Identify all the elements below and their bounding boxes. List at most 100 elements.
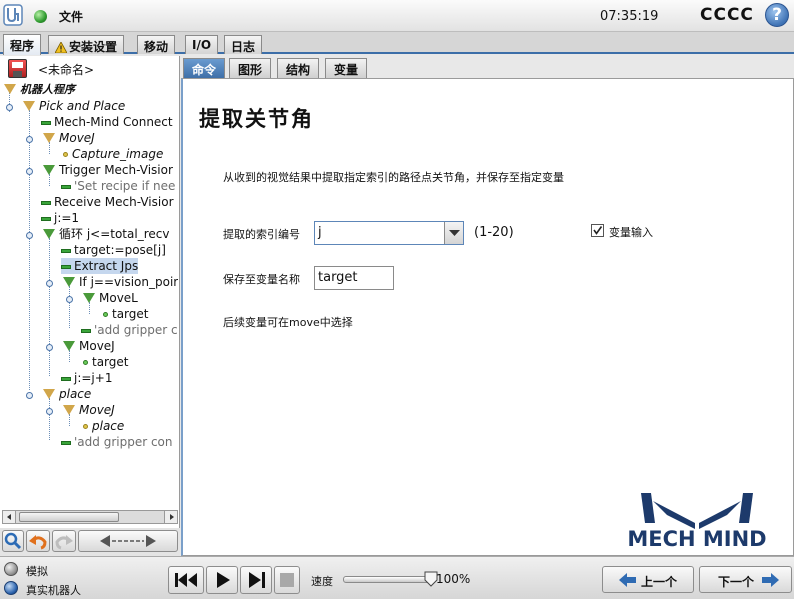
save-variable-label: 保存至变量名称 — [223, 273, 300, 286]
bottom-bar: 模拟 真实机器人 速度 100% 上一个 下一个 — [0, 556, 794, 599]
redo-icon[interactable] — [52, 530, 76, 552]
waypoint-icon — [83, 424, 88, 429]
tab-move[interactable]: 移动 — [137, 35, 176, 54]
tab-structure[interactable]: 结构 — [277, 58, 320, 78]
warning-icon — [54, 41, 68, 54]
tab-log[interactable]: 日志 — [224, 35, 263, 54]
green-status-icon — [34, 10, 47, 23]
previous-button[interactable]: 上一个 — [602, 566, 694, 593]
tree-node[interactable]: 'add gripper c — [81, 322, 178, 338]
tree-node[interactable]: j:=j+1 — [61, 370, 112, 386]
tab-variables[interactable]: 变量 — [325, 58, 368, 78]
waypoint-icon — [103, 312, 108, 317]
stop-icon — [280, 573, 294, 587]
expand-triangle-icon — [83, 292, 95, 303]
tree-node[interactable]: Trigger Mech-Visior — [43, 162, 173, 178]
tree-node[interactable]: 循环 j<=total_recv — [43, 226, 169, 242]
help-icon[interactable]: ? — [765, 3, 789, 27]
tree-node[interactable]: Pick and Place — [23, 98, 125, 114]
file-menu[interactable]: 文件 — [59, 8, 83, 25]
tree-node[interactable]: Capture_image — [63, 146, 163, 162]
tree-node[interactable]: MoveJ — [63, 402, 115, 418]
command-icon — [41, 216, 51, 221]
ur-logo-icon[interactable] — [3, 4, 23, 26]
waypoint-icon — [83, 360, 88, 365]
tree-node[interactable]: j:=1 — [41, 210, 79, 226]
command-icon — [61, 248, 71, 253]
comment-icon — [81, 328, 91, 333]
tree-node[interactable]: 'Set recipe if nee — [61, 178, 175, 194]
real-robot-radio[interactable] — [4, 581, 18, 595]
tree-node[interactable]: target — [83, 354, 129, 370]
skip-back-icon — [175, 573, 197, 587]
expand-triangle-icon — [43, 132, 55, 143]
note-text: 后续变量可在move中选择 — [223, 316, 353, 329]
program-name: <未命名> — [38, 63, 95, 77]
variable-input-label: 变量输入 — [609, 226, 653, 239]
expand-triangle-icon — [63, 276, 75, 287]
tree-node[interactable]: place — [83, 418, 124, 434]
tree-horizontal-scrollbar[interactable] — [2, 510, 178, 524]
tree-node[interactable]: MoveJ — [63, 338, 115, 354]
save-variable-input[interactable]: target — [314, 266, 394, 290]
tab-installation[interactable]: 安装设置 — [48, 35, 125, 54]
search-icon[interactable] — [2, 530, 24, 552]
next-button[interactable]: 下一个 — [699, 566, 792, 593]
tree-node[interactable]: 'add gripper con — [61, 434, 173, 450]
tab-program[interactable]: 程序 — [3, 34, 42, 55]
tree-node[interactable]: Mech-Mind Connect — [41, 114, 173, 130]
command-icon — [41, 120, 51, 125]
tree-node[interactable]: If j==vision_poir — [63, 274, 178, 290]
index-select[interactable]: j — [314, 221, 464, 245]
comment-icon — [61, 440, 71, 445]
program-tree[interactable]: 机器人程序 Pick and Place Mech-Mind Connect M… — [0, 80, 178, 510]
variable-input-checkbox[interactable] — [591, 224, 604, 237]
skip-back-button[interactable] — [168, 566, 204, 594]
save-program-icon[interactable] — [8, 59, 27, 78]
simulation-radio[interactable] — [4, 562, 18, 576]
tree-node[interactable]: MoveJ — [43, 130, 95, 146]
mech-mind-logo-mark — [641, 493, 753, 529]
command-panel: 提取关节角 从收到的视觉结果中提取指定索引的路径点关节角，并保存至指定变量 提取… — [181, 78, 794, 556]
tree-node[interactable]: MoveL — [83, 290, 138, 306]
tree-node-selected[interactable]: Extract Jps — [61, 258, 139, 274]
tree-node-root[interactable]: 机器人程序 — [4, 82, 75, 98]
tab-graphics[interactable]: 图形 — [229, 58, 272, 78]
tree-node[interactable]: target:=pose[j] — [61, 242, 166, 258]
command-icon — [61, 264, 71, 269]
description: 从收到的视觉结果中提取指定索引的路径点关节角，并保存至指定变量 — [223, 171, 564, 184]
waypoint-icon — [63, 152, 68, 157]
scroll-right-icon[interactable] — [164, 511, 177, 523]
index-select-value: j — [318, 225, 322, 240]
step-button[interactable] — [240, 566, 272, 594]
tree-toolbar — [0, 528, 180, 556]
tree-node[interactable]: place — [43, 386, 91, 402]
real-robot-label: 真实机器人 — [26, 584, 81, 597]
chevron-down-icon[interactable] — [444, 222, 463, 244]
tree-node[interactable]: target — [103, 306, 149, 322]
speed-value: 100% — [436, 572, 471, 586]
command-icon — [41, 200, 51, 205]
speed-label: 速度 — [311, 575, 333, 588]
play-button[interactable] — [206, 566, 238, 594]
expand-triangle-icon — [63, 404, 75, 415]
move-node-button[interactable] — [78, 530, 178, 552]
expand-triangle-icon — [43, 228, 55, 239]
top-bar: 文件 07:35:19 CCCC ? — [0, 0, 794, 32]
brand-name: MECH MIND — [627, 527, 767, 551]
robot-name: CCCC — [700, 5, 754, 25]
page-title: 提取关节角 — [199, 107, 314, 131]
scroll-thumb[interactable] — [19, 512, 119, 522]
tree-node[interactable]: Receive Mech-Visior — [41, 194, 174, 210]
speed-slider[interactable] — [343, 571, 438, 587]
step-icon — [249, 572, 265, 588]
command-icon — [61, 376, 71, 381]
tab-command[interactable]: 命令 — [183, 58, 226, 78]
arrow-right-icon — [762, 573, 779, 587]
undo-icon[interactable] — [26, 530, 50, 552]
index-range: (1-20) — [474, 225, 514, 240]
expand-triangle-icon — [23, 100, 35, 111]
scroll-left-icon[interactable] — [3, 511, 16, 523]
tab-io[interactable]: I/O — [185, 35, 219, 54]
stop-button[interactable] — [274, 566, 300, 594]
